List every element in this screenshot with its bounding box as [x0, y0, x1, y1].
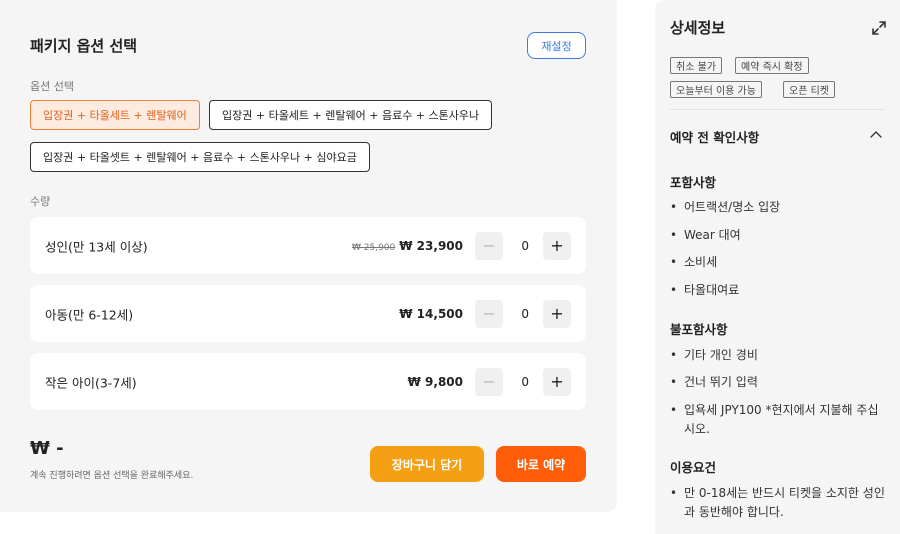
quantity-section-label: 수량 [30, 195, 51, 208]
excluded-heading: 불포함사항 [670, 322, 728, 337]
option-chip-sauna[interactable]: 입장권 + 타올세트 + 렌탈웨어 + 음료수 + 스톤사우나 [209, 100, 493, 130]
reset-button[interactable]: 재설정 [527, 32, 586, 59]
decrement-button[interactable]: − [475, 299, 503, 328]
included-heading: 포함사항 [670, 175, 717, 190]
quantity-row-toddler: 작은 아이(3-7세) ₩ 9,800 − 0 + [30, 353, 586, 410]
decrement-button[interactable]: − [475, 231, 503, 260]
quantity-label: 작은 아이(3-7세) [45, 375, 137, 390]
list-item: 건너 뛰기 입력 [670, 373, 885, 392]
original-price: ₩ 25,900 [352, 242, 396, 253]
option-chip-late-night[interactable]: 입장권 + 타올셋트 + 렌탈웨어 + 음료수 + 스톤사우나 + 심야요금 [30, 142, 370, 172]
list-item: 만 0-18세는 반드시 티켓을 소지한 성인과 동반해야 합니다. [670, 484, 885, 522]
increment-button[interactable]: + [543, 299, 571, 328]
tag-badge: 오늘부터 이용 가능 [670, 81, 762, 98]
price-group: ₩ 9,800 [408, 375, 463, 389]
quantity-label: 성인(만 13세 이상) [45, 239, 148, 254]
panel-title: 패키지 옵션 선택 [30, 37, 138, 55]
divider [670, 109, 885, 110]
completion-hint: 계속 진행하려면 옵션 선택을 완료해주세요. [30, 471, 194, 481]
price-group: ₩ 14,500 [399, 307, 463, 321]
quantity-row-child: 아동(만 6-12세) ₩ 14,500 − 0 + [30, 285, 586, 342]
tag-badge: 오픈 티켓 [783, 81, 835, 98]
increment-button[interactable]: + [543, 367, 571, 396]
quantity-value: 0 [521, 238, 529, 253]
details-title: 상세정보 [670, 19, 726, 37]
details-panel: 상세정보 취소 불가 예약 즉시 확정 오늘부터 이용 가능 오픈 티켓 예약 … [655, 0, 900, 534]
price: ₩ 23,900 [399, 238, 463, 253]
option-chip-basic[interactable]: 입장권 + 타올세트 + 렌탈웨어 [30, 100, 200, 130]
expand-icon[interactable] [871, 20, 887, 36]
add-to-cart-button[interactable]: 장바구니 담기 [370, 446, 484, 482]
list-item: Wear 대여 [670, 226, 885, 245]
quantity-row-adult: 성인(만 13세 이상) ₩ 25,900 ₩ 23,900 − 0 + [30, 217, 586, 274]
tag-badge: 취소 불가 [670, 57, 722, 74]
list-item: 소비세 [670, 253, 885, 272]
chevron-up-icon[interactable] [869, 127, 883, 141]
book-now-button[interactable]: 바로 예약 [496, 446, 586, 482]
price: ₩ 9,800 [407, 374, 463, 389]
total-price: ₩ - [30, 438, 64, 459]
accordion-header[interactable]: 예약 전 확인사항 [670, 127, 759, 146]
list-item: 입욕세 JPY100 *현지에서 지불해 주십시오. [670, 401, 885, 439]
quantity-value: 0 [521, 374, 529, 389]
option-section-label: 옵션 선택 [30, 80, 74, 93]
price-group: ₩ 25,900 ₩ 23,900 [352, 239, 463, 253]
tag-badge: 예약 즉시 확정 [735, 57, 809, 74]
decrement-button[interactable]: − [475, 367, 503, 396]
list-item: 기타 개인 경비 [670, 346, 885, 365]
list-item: 어트랙션/명소 입장 [670, 198, 885, 217]
requirements-heading: 이용요건 [670, 460, 717, 475]
list-item: 타올대여료 [670, 281, 885, 300]
options-panel: 패키지 옵션 선택 재설정 옵션 선택 입장권 + 타올세트 + 렌탈웨어 입장… [0, 0, 617, 512]
quantity-value: 0 [521, 306, 529, 321]
increment-button[interactable]: + [543, 231, 571, 260]
price: ₩ 14,500 [399, 306, 463, 321]
quantity-label: 아동(만 6-12세) [45, 307, 134, 322]
